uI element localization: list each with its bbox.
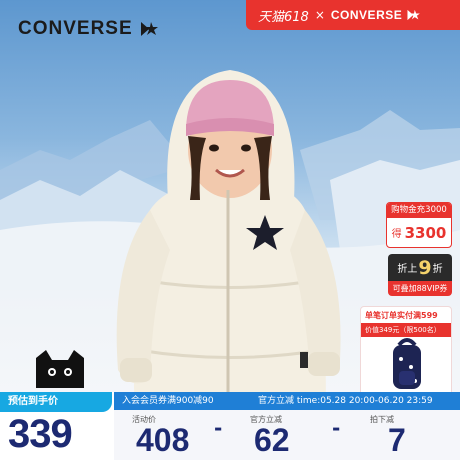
- gift-with-purchase-badge[interactable]: 单笔订单实付满599 价值349元（限500名）: [360, 306, 452, 400]
- brand-name: CONVERSE: [18, 18, 133, 39]
- chevron-star-icon: [140, 22, 158, 36]
- minus-operator: -: [214, 416, 223, 440]
- gift-card-value: 3300: [404, 223, 447, 242]
- brand-logo[interactable]: CONVERSE: [18, 18, 161, 40]
- price-bar[interactable]: 预估到手价 339 入会会员券满900减90 官方立减 time:05.28 2…: [0, 392, 460, 460]
- final-price-block: 预估到手价 339: [0, 392, 114, 460]
- minus-operator: -: [332, 416, 341, 440]
- product-photo-child: [116, 70, 341, 440]
- discount-suf: 折: [432, 264, 443, 275]
- official-discount: 62: [254, 422, 290, 458]
- discount-badge[interactable]: 折上 9 折 可叠加88VIP券: [388, 254, 452, 296]
- final-price-tag: 预估到手价: [0, 392, 112, 412]
- gift-card-badge[interactable]: 购物金充3000 得 3300: [386, 202, 452, 248]
- product-banner: CONVERSE 天猫618 × CONVERSE 购物金充3000 得 330…: [0, 0, 460, 460]
- coupon-title: 单笔订单实付满599: [365, 311, 438, 320]
- tmall-brand-name: CONVERSE: [330, 8, 403, 22]
- gift-card-prefix: 得: [391, 229, 402, 240]
- tmall-618-label: 天猫618: [258, 9, 309, 25]
- backpack-icon: [393, 338, 421, 389]
- chevron-star-icon: [407, 9, 421, 21]
- gift-card-title: 购物金充3000: [387, 203, 451, 218]
- price-breakdown: 入会会员券满900减90 官方立减 time:05.28 20:00-06.20…: [114, 392, 460, 460]
- tmall-banner[interactable]: 天猫618 × CONVERSE: [246, 0, 460, 30]
- tmall-separator: ×: [314, 8, 325, 22]
- tmall-cat-icon: [36, 350, 84, 388]
- promo-info-strip: 入会会员券满900减90 官方立减 time:05.28 20:00-06.20…: [114, 392, 460, 410]
- discount-num: 9: [418, 256, 432, 279]
- discount-pre: 折上: [397, 264, 418, 275]
- activity-price: 408: [136, 422, 190, 458]
- official-discount-text: 官方立减 time:05.28 20:00-06.20 23:59: [258, 396, 433, 406]
- discount-note: 可叠加88VIP券: [388, 281, 452, 296]
- order-discount: 7: [388, 422, 406, 458]
- coupon-subtitle: 价值349元（限500名）: [361, 323, 451, 337]
- final-price: 339: [8, 412, 73, 456]
- member-coupon-text: 入会会员券满900减90: [122, 396, 214, 406]
